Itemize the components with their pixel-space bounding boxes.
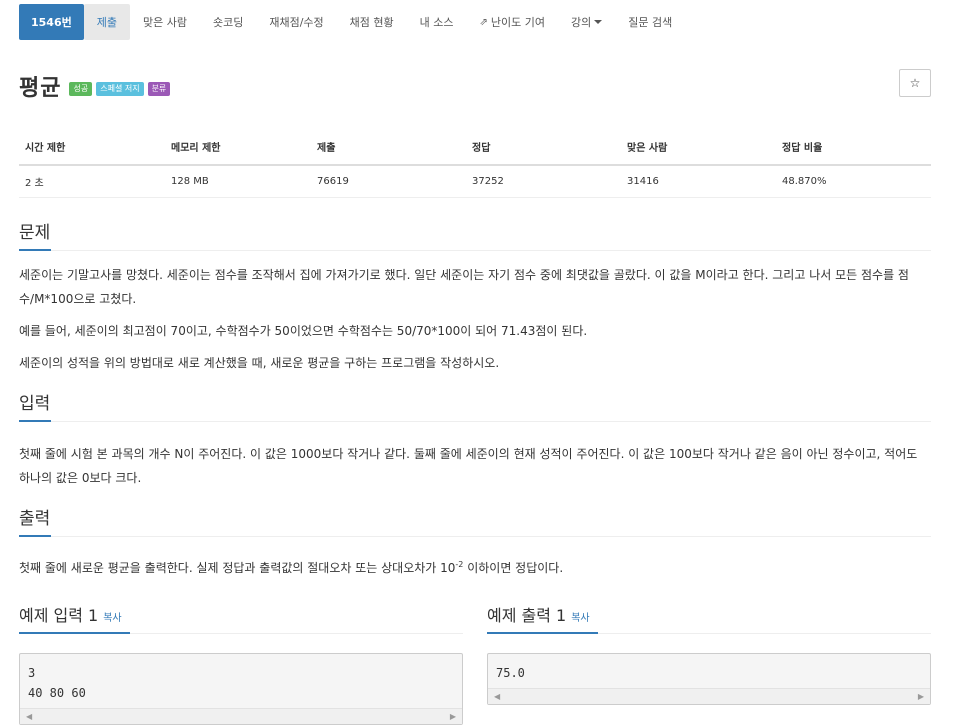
col-time-limit: 시간 제한 xyxy=(19,131,165,166)
tab-label: 재채점/수정 xyxy=(269,16,324,29)
scroll-right-icon[interactable]: ▶ xyxy=(918,692,924,701)
tab-label: 강의 xyxy=(571,16,592,29)
sample-output-code: 75.0 xyxy=(488,654,930,688)
badge-success: 성공 xyxy=(69,82,93,96)
heading-underline xyxy=(19,632,130,634)
copy-sample-output-button[interactable]: 복사 xyxy=(571,613,589,624)
submissions-value: 76619 xyxy=(311,165,466,198)
heading-underline xyxy=(19,249,51,251)
sample-output: 예제 출력 1 복사 75.0 ◀ ▶ xyxy=(487,602,931,725)
tab-label: 내 소스 xyxy=(419,16,454,29)
col-submissions: 제출 xyxy=(311,131,466,166)
col-memory-limit: 메모리 제한 xyxy=(165,131,311,166)
tab-label: 채점 현황 xyxy=(349,16,394,29)
code-line: 40 80 60 xyxy=(28,686,86,700)
memory-limit-value: 128 MB xyxy=(165,165,311,198)
scroll-right-icon[interactable]: ▶ xyxy=(450,712,456,721)
title-row: 평균 성공 스페셜 저지 분류 ☆ xyxy=(19,69,931,101)
col-accepted: 정답 xyxy=(466,131,621,166)
tab-status[interactable]: 채점 현황 xyxy=(337,4,407,40)
tab-question-search[interactable]: 질문 검색 xyxy=(615,4,685,40)
problem-heading: 문제 xyxy=(19,223,51,243)
page: 1546번 제출 맞은 사람 숏코딩 재채점/수정 채점 현황 내 소스 ⇗ 난이… xyxy=(0,4,964,725)
sample-output-title: 예제 출력 1 xyxy=(487,606,567,625)
solvers-value: 31416 xyxy=(621,165,776,198)
tab-my-source[interactable]: 내 소스 xyxy=(407,4,467,40)
tab-short-coding[interactable]: 숏코딩 xyxy=(200,4,256,40)
scroll-left-icon[interactable]: ◀ xyxy=(494,692,500,701)
tab-problem-id[interactable]: 1546번 xyxy=(19,4,84,40)
sample-input-box[interactable]: 3 40 80 60 ◀ ▶ xyxy=(19,653,463,725)
sample-input-code: 3 40 80 60 xyxy=(20,654,462,708)
tab-label: 질문 검색 xyxy=(628,16,673,29)
caret-down-icon xyxy=(594,20,603,24)
copy-sample-input-button[interactable]: 복사 xyxy=(103,613,121,624)
heading-underline xyxy=(19,420,51,422)
output-heading: 출력 xyxy=(19,509,51,529)
horizontal-scrollbar[interactable]: ◀ ▶ xyxy=(488,688,930,704)
samples-row: 예제 입력 1 복사 3 40 80 60 ◀ ▶ 예제 출력 1 복사 75.0 ◀ ▶ xyxy=(19,602,931,725)
input-heading: 입력 xyxy=(19,394,51,414)
code-line: 3 xyxy=(28,666,36,680)
problem-paragraph-1: 세준이는 기말고사를 망쳤다. 세준이는 점수를 조작해서 집에 가져가기로 했… xyxy=(19,268,909,306)
output-text: 첫째 줄에 새로운 평균을 출력한다. 실제 정답과 출력값의 절대오차 또는 … xyxy=(19,561,456,575)
sample-output-header: 예제 출력 1 복사 xyxy=(487,602,931,634)
accepted-value: 37252 xyxy=(466,165,621,198)
badge-category[interactable]: 분류 xyxy=(147,82,171,96)
input-paragraph: 첫째 줄에 시험 본 과목의 개수 N이 주어진다. 이 값은 1000보다 작… xyxy=(19,447,918,485)
horizontal-scrollbar[interactable]: ◀ ▶ xyxy=(20,708,462,724)
tab-label: 제출 xyxy=(96,16,117,29)
col-solvers: 맞은 사람 xyxy=(621,131,776,166)
tab-label: 맞은 사람 xyxy=(143,16,187,29)
output-text: 이하이면 정답이다. xyxy=(463,561,564,575)
output-section-header: 출력 xyxy=(19,504,931,537)
tab-submit[interactable]: 제출 xyxy=(83,4,130,40)
sample-input-header: 예제 입력 1 복사 xyxy=(19,602,463,634)
tab-label: 난이도 기여 xyxy=(490,16,546,29)
tab-rejudge[interactable]: 재채점/수정 xyxy=(256,4,336,40)
code-line: 75.0 xyxy=(496,666,525,680)
badge-special-judge: 스페셜 저지 xyxy=(96,82,144,96)
star-button[interactable]: ☆ xyxy=(899,69,931,97)
page-title: 평균 xyxy=(19,76,62,101)
tab-accepted-users[interactable]: 맞은 사람 xyxy=(130,4,200,40)
sample-input-title: 예제 입력 1 xyxy=(19,606,99,625)
tab-lecture[interactable]: 강의 xyxy=(558,4,615,40)
problem-nav: 1546번 제출 맞은 사람 숏코딩 재채점/수정 채점 현황 내 소스 ⇗ 난이… xyxy=(19,4,931,40)
scroll-left-icon[interactable]: ◀ xyxy=(26,712,32,721)
problem-paragraph-2: 예를 들어, 세준이의 최고점이 70이고, 수학점수가 50이었으면 수학점수… xyxy=(19,324,588,338)
heading-underline xyxy=(19,535,51,537)
heading-underline xyxy=(487,632,598,634)
tab-label: 1546번 xyxy=(31,16,72,29)
table-row: 2 초 128 MB 76619 37252 31416 48.870% xyxy=(19,165,931,198)
time-limit-value: 2 초 xyxy=(19,165,165,198)
output-paragraph: 첫째 줄에 새로운 평균을 출력한다. 실제 정답과 출력값의 절대오차 또는 … xyxy=(19,553,931,580)
input-section-header: 입력 xyxy=(19,389,931,422)
tab-difficulty[interactable]: ⇗ 난이도 기여 xyxy=(467,4,559,40)
sample-output-box[interactable]: 75.0 ◀ ▶ xyxy=(487,653,931,705)
star-icon: ☆ xyxy=(909,76,921,90)
sample-input: 예제 입력 1 복사 3 40 80 60 ◀ ▶ xyxy=(19,602,463,725)
external-link-icon: ⇗ xyxy=(479,16,488,28)
col-ratio: 정답 비율 xyxy=(776,131,931,166)
problem-info-table: 시간 제한 메모리 제한 제출 정답 맞은 사람 정답 비율 2 초 128 M… xyxy=(19,131,931,198)
ratio-value: 48.870% xyxy=(776,165,931,198)
problem-paragraph-3: 세준이의 성적을 위의 방법대로 새로 계산했을 때, 새로운 평균을 구하는 … xyxy=(19,356,500,370)
tab-label: 숏코딩 xyxy=(212,16,244,29)
problem-section-header: 문제 xyxy=(19,218,931,251)
